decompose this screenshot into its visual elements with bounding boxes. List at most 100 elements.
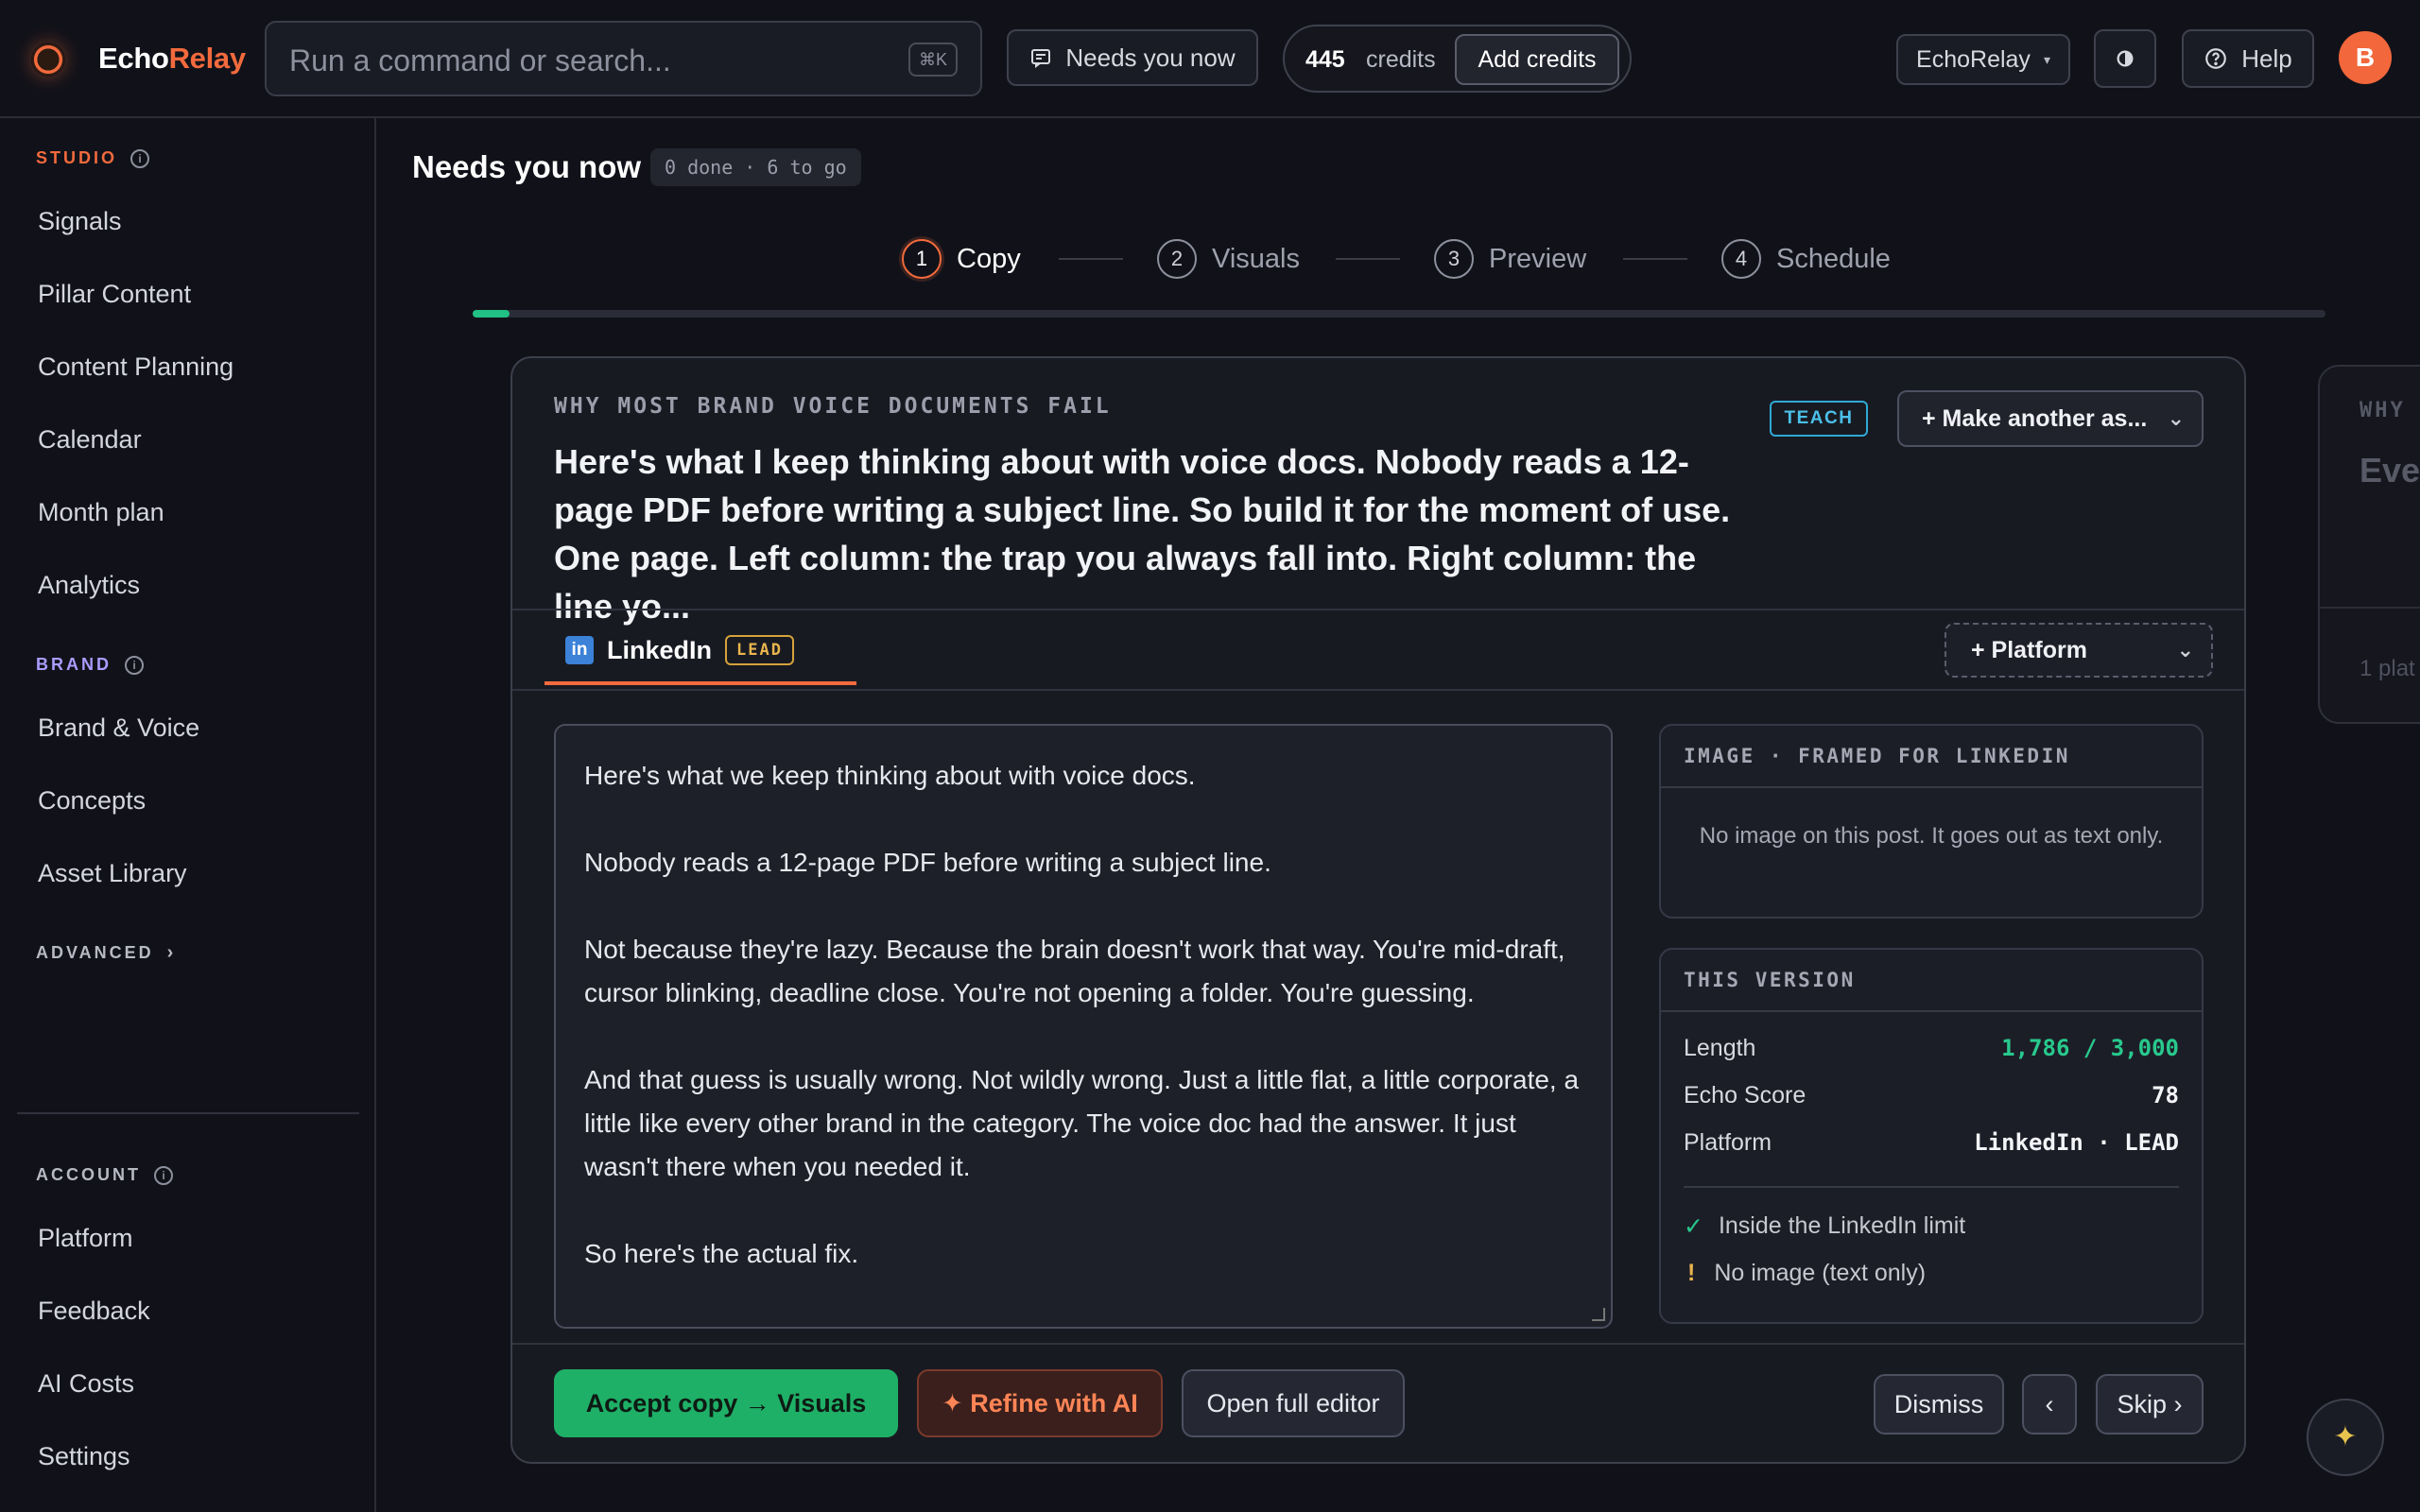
check-image: ! No image (text only) bbox=[1684, 1260, 1926, 1287]
info-icon[interactable]: i bbox=[125, 655, 144, 675]
section-label: STUDIO bbox=[36, 148, 118, 167]
command-search-input[interactable]: Run a command or search... ⌘K bbox=[265, 21, 982, 96]
step-number: 2 bbox=[1157, 239, 1197, 279]
sidebar: STUDIO i Signals Pillar Content Content … bbox=[0, 118, 376, 1512]
avatar[interactable]: B bbox=[2339, 31, 2392, 84]
chevron-down-icon: ⌄ bbox=[2176, 638, 2194, 662]
credits-label: credits bbox=[1366, 46, 1436, 73]
progress-fill bbox=[473, 310, 510, 318]
step-connector bbox=[1623, 258, 1687, 260]
page-title: Needs you now bbox=[412, 149, 642, 184]
sidebar-item-asset-library[interactable]: Asset Library bbox=[38, 859, 187, 888]
shortcut-hint: ⌘K bbox=[908, 43, 958, 77]
sidebar-item-analytics[interactable]: Analytics bbox=[38, 571, 140, 600]
active-tab-indicator bbox=[544, 681, 856, 685]
progress-track bbox=[473, 310, 2325, 318]
warning-icon: ! bbox=[1687, 1260, 1696, 1286]
next-post-eyebrow: WHY bbox=[2360, 399, 2406, 422]
next-post-card-preview[interactable]: WHY Ever capt char 1 plat bbox=[2318, 365, 2420, 724]
divider bbox=[512, 609, 2244, 610]
step-label: Preview bbox=[1489, 243, 1587, 274]
help-icon bbox=[2205, 48, 2227, 69]
accept-copy-button[interactable]: Accept copy → Visuals bbox=[554, 1369, 898, 1437]
step-copy[interactable]: 1 Copy bbox=[902, 237, 1021, 281]
post-headline: Here's what I keep thinking about with v… bbox=[554, 442, 1731, 626]
score-label: Echo Score bbox=[1684, 1082, 1806, 1108]
editor-paragraph: So here's the actual fix. bbox=[584, 1239, 859, 1268]
add-platform-label: + Platform bbox=[1971, 637, 2087, 663]
add-platform-select[interactable]: + Platform ⌄ bbox=[1945, 623, 2213, 678]
refine-with-ai-button[interactable]: ✦ Refine with AI bbox=[917, 1369, 1163, 1437]
brand-name-part1: Echo bbox=[98, 42, 169, 75]
skip-button[interactable]: Skip › bbox=[2096, 1374, 2204, 1435]
assistant-fab-button[interactable]: ✦ bbox=[2307, 1399, 2384, 1476]
needs-you-now-button[interactable]: Needs you now bbox=[1007, 29, 1258, 86]
section-label: ADVANCED bbox=[36, 943, 154, 962]
tab-label: LinkedIn bbox=[607, 635, 713, 664]
sidebar-item-settings[interactable]: Settings bbox=[38, 1442, 130, 1471]
sidebar-item-brand-voice[interactable]: Brand & Voice bbox=[38, 713, 199, 743]
sidebar-section-advanced[interactable]: ADVANCED › bbox=[36, 942, 173, 964]
platform-row: Platform LinkedIn · LEAD bbox=[1684, 1129, 2179, 1163]
check-limit: ✓ Inside the LinkedIn limit bbox=[1684, 1212, 1965, 1241]
step-schedule[interactable]: 4 Schedule bbox=[1721, 237, 1891, 281]
brand-logo[interactable]: EchoRelay bbox=[98, 42, 246, 76]
divider bbox=[2320, 607, 2420, 609]
divider bbox=[512, 689, 2244, 691]
info-icon[interactable]: i bbox=[130, 148, 150, 168]
theme-toggle-button[interactable] bbox=[2094, 29, 2156, 88]
copy-editor-textarea[interactable]: Here's what we keep thinking about with … bbox=[554, 724, 1613, 1329]
length-row: Length 1,786 / 3,000 bbox=[1684, 1035, 2179, 1069]
sidebar-item-calendar[interactable]: Calendar bbox=[38, 425, 142, 455]
help-button[interactable]: Help bbox=[2182, 29, 2314, 88]
sidebar-item-ai-costs[interactable]: AI Costs bbox=[38, 1369, 134, 1399]
step-connector bbox=[1336, 258, 1400, 260]
next-post-headline: Ever capt char bbox=[2360, 451, 2420, 490]
sidebar-section-studio: STUDIO i bbox=[36, 148, 150, 168]
editor-paragraph: Nobody reads a 12-page PDF before writin… bbox=[584, 848, 1271, 877]
dismiss-button[interactable]: Dismiss bbox=[1874, 1374, 2004, 1435]
sidebar-item-pillar-content[interactable]: Pillar Content bbox=[38, 280, 191, 309]
section-label: BRAND bbox=[36, 655, 112, 674]
make-another-select[interactable]: + Make another as... ⌄ bbox=[1897, 390, 2204, 447]
sidebar-item-concepts[interactable]: Concepts bbox=[38, 786, 146, 816]
step-preview[interactable]: 3 Preview bbox=[1434, 237, 1586, 281]
score-row: Echo Score 78 bbox=[1684, 1082, 2179, 1116]
logo-icon bbox=[31, 43, 65, 77]
add-credits-button[interactable]: Add credits bbox=[1455, 34, 1619, 85]
inbox-icon bbox=[1031, 49, 1051, 68]
workspace-select[interactable]: EchoRelay ▾ bbox=[1896, 34, 2070, 85]
credits-value: 445 bbox=[1305, 46, 1345, 73]
previous-button[interactable]: ‹ bbox=[2022, 1374, 2077, 1435]
tab-linkedin[interactable]: in LinkedIn LEAD bbox=[565, 631, 794, 669]
sidebar-divider bbox=[17, 1112, 359, 1114]
step-connector bbox=[1059, 258, 1123, 260]
info-icon[interactable]: i bbox=[154, 1165, 173, 1185]
sidebar-item-content-planning[interactable]: Content Planning bbox=[38, 352, 233, 382]
step-number: 4 bbox=[1721, 239, 1761, 279]
step-visuals[interactable]: 2 Visuals bbox=[1157, 237, 1300, 281]
sidebar-section-brand: BRAND i bbox=[36, 655, 144, 675]
length-value: 1,786 / 3,000 bbox=[2001, 1035, 2179, 1061]
section-label: ACCOUNT bbox=[36, 1165, 141, 1184]
workspace-label: EchoRelay bbox=[1916, 45, 2031, 73]
linkedin-icon: in bbox=[565, 636, 594, 664]
step-number: 3 bbox=[1434, 239, 1474, 279]
resize-handle[interactable] bbox=[1592, 1308, 1605, 1321]
post-type-badge: TEACH bbox=[1770, 401, 1868, 437]
needs-you-now-label: Needs you now bbox=[1065, 43, 1236, 72]
sidebar-item-feedback[interactable]: Feedback bbox=[38, 1297, 150, 1326]
make-another-label: + Make another as... bbox=[1922, 405, 2148, 432]
sidebar-item-month-plan[interactable]: Month plan bbox=[38, 498, 164, 527]
platform-value: LinkedIn · LEAD bbox=[1974, 1129, 2179, 1156]
brand-name-part2: Relay bbox=[168, 42, 247, 75]
top-bar: EchoRelay Run a command or search... ⌘K … bbox=[0, 0, 2420, 118]
sidebar-item-signals[interactable]: Signals bbox=[38, 207, 122, 236]
search-placeholder: Run a command or search... bbox=[289, 43, 671, 77]
divider bbox=[512, 1343, 2244, 1345]
sidebar-item-platform[interactable]: Platform bbox=[38, 1224, 133, 1253]
editor-paragraph: Here's what we keep thinking about with … bbox=[584, 761, 1196, 790]
open-full-editor-button[interactable]: Open full editor bbox=[1182, 1369, 1405, 1437]
step-label: Visuals bbox=[1212, 243, 1300, 274]
version-panel-title: THIS VERSION bbox=[1661, 950, 2202, 1012]
